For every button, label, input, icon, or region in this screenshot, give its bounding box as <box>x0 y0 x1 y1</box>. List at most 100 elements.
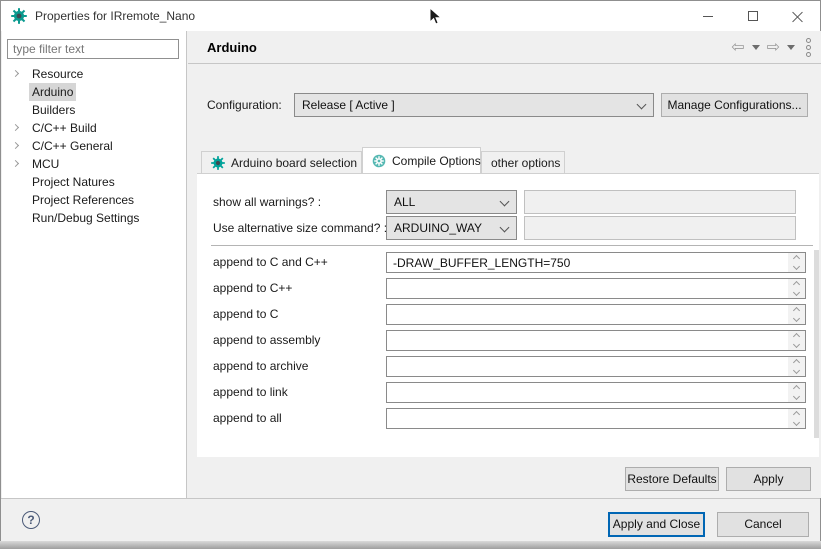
sloeber-gear-icon <box>372 154 386 168</box>
scroll-down-icon <box>793 315 800 322</box>
scroll-down-icon <box>793 367 800 374</box>
sidebar-item-project-natures[interactable]: Project Natures <box>2 173 186 191</box>
append-assembly-label: append to assembly <box>213 330 320 351</box>
sidebar-item-builders[interactable]: Builders <box>2 101 186 119</box>
scroll-up-icon <box>793 333 800 340</box>
sloeber-gear-icon <box>211 156 225 170</box>
vertical-scrollbar[interactable] <box>814 250 819 438</box>
append-c-cpp-field-wrap <box>386 252 806 273</box>
append-all-input[interactable] <box>386 408 806 429</box>
append-cpp-label: append to C++ <box>213 278 292 299</box>
sidebar-item-cpp-general[interactable]: C/C++ General <box>2 137 186 155</box>
desktop-background <box>0 541 821 549</box>
tab-compile-options[interactable]: Compile Options <box>362 147 481 173</box>
scroll-up-icon <box>793 307 800 314</box>
field-scroll-arrows[interactable] <box>788 279 805 298</box>
size-command-select[interactable]: ARDUINO_WAY <box>386 216 517 240</box>
minimize-icon <box>703 16 713 17</box>
chevron-down-icon <box>500 197 510 207</box>
scroll-down-icon <box>793 341 800 348</box>
maximize-button[interactable] <box>730 1 775 31</box>
expand-chevron-icon[interactable] <box>12 70 19 77</box>
expand-chevron-icon[interactable] <box>12 160 19 167</box>
properties-tree: Resource Arduino Builders C/C++ Build C/… <box>2 65 186 227</box>
expand-chevron-icon[interactable] <box>12 124 19 131</box>
append-c-input[interactable] <box>386 304 806 325</box>
minimize-button[interactable] <box>685 1 730 31</box>
scroll-down-icon <box>793 393 800 400</box>
scroll-up-icon <box>793 411 800 418</box>
restore-defaults-button[interactable]: Restore Defaults <box>625 467 719 491</box>
forward-dropdown-icon[interactable] <box>787 45 795 50</box>
append-c-label: append to C <box>213 304 278 325</box>
append-archive-input[interactable] <box>386 356 806 377</box>
window-title: Properties for IRremote_Nano <box>35 1 195 31</box>
help-icon[interactable]: ? <box>22 511 40 529</box>
apply-button[interactable]: Apply <box>726 467 811 491</box>
sidebar-item-arduino[interactable]: Arduino <box>2 83 186 101</box>
warnings-select[interactable]: ALL <box>386 190 517 214</box>
forward-arrow-icon[interactable]: ⇨ <box>767 40 780 56</box>
back-dropdown-icon[interactable] <box>752 45 760 50</box>
properties-dialog: Properties for IRremote_Nano Resource Ar… <box>0 0 821 541</box>
cancel-button[interactable]: Cancel <box>717 512 809 537</box>
append-assembly-input[interactable] <box>386 330 806 351</box>
append-archive-label: append to archive <box>213 356 308 377</box>
mouse-cursor <box>429 7 443 27</box>
window-controls <box>685 1 820 31</box>
filter-input[interactable] <box>7 39 179 59</box>
configuration-select[interactable]: Release [ Active ] <box>294 93 654 117</box>
field-scroll-arrows[interactable] <box>788 409 805 428</box>
scroll-up-icon <box>793 281 800 288</box>
size-command-label: Use alternative size command? : <box>213 216 387 240</box>
maximize-icon <box>748 11 758 21</box>
scroll-down-icon <box>793 263 800 270</box>
field-scroll-arrows[interactable] <box>788 305 805 324</box>
sidebar-item-resource[interactable]: Resource <box>2 65 186 83</box>
page-title: Arduino <box>207 31 257 64</box>
tab-other-options[interactable]: other options <box>481 151 565 173</box>
scroll-down-icon <box>793 419 800 426</box>
scroll-up-icon <box>793 255 800 262</box>
sidebar-item-cpp-build[interactable]: C/C++ Build <box>2 119 186 137</box>
sidebar-item-project-references[interactable]: Project References <box>2 191 186 209</box>
field-scroll-arrows[interactable] <box>788 331 805 350</box>
scroll-up-icon <box>793 359 800 366</box>
append-c-cpp-label: append to C and C++ <box>213 252 328 273</box>
chevron-down-icon <box>637 100 647 110</box>
page-header: Arduino ⇦ ⇨ <box>188 31 821 64</box>
dialog-footer: ? Apply and Close Cancel <box>1 498 820 541</box>
field-scroll-arrows[interactable] <box>788 357 805 376</box>
append-link-label: append to link <box>213 382 288 403</box>
configuration-value: Release [ Active ] <box>302 98 395 112</box>
append-cpp-field-wrap <box>386 278 806 299</box>
append-c-cpp-input[interactable] <box>386 252 806 273</box>
manage-configurations-button[interactable]: Manage Configurations... <box>661 93 808 117</box>
compile-options-panel: show all warnings? : ALL Use alternative… <box>197 173 819 457</box>
titlebar: Properties for IRremote_Nano <box>1 1 820 31</box>
expand-chevron-icon[interactable] <box>12 142 19 149</box>
append-assembly-field-wrap <box>386 330 806 351</box>
tab-arduino-board-selection[interactable]: Arduino board selection <box>201 151 362 173</box>
append-link-input[interactable] <box>386 382 806 403</box>
append-all-field-wrap <box>386 408 806 429</box>
page-nav: ⇦ ⇨ <box>731 31 811 64</box>
screen: Properties for IRremote_Nano Resource Ar… <box>0 0 821 549</box>
sidebar-item-mcu[interactable]: MCU <box>2 155 186 173</box>
close-button[interactable] <box>775 1 820 31</box>
append-c-field-wrap <box>386 304 806 325</box>
main-panel: Arduino ⇦ ⇨ Configuration: Release [ Act… <box>188 31 821 498</box>
back-arrow-icon[interactable]: ⇦ <box>731 40 744 56</box>
field-scroll-arrows[interactable] <box>788 383 805 402</box>
configuration-label: Configuration: <box>207 93 282 117</box>
warnings-label: show all warnings? : <box>213 190 321 214</box>
size-command-custom-field <box>524 216 796 240</box>
view-menu-icon[interactable] <box>806 38 811 57</box>
sidebar-item-run-debug-settings[interactable]: Run/Debug Settings <box>2 209 186 227</box>
sloeber-gear-icon <box>11 8 27 24</box>
apply-and-close-button[interactable]: Apply and Close <box>608 512 705 537</box>
append-cpp-input[interactable] <box>386 278 806 299</box>
append-archive-field-wrap <box>386 356 806 377</box>
field-scroll-arrows[interactable] <box>788 253 805 272</box>
sidebar: Resource Arduino Builders C/C++ Build C/… <box>2 31 187 498</box>
